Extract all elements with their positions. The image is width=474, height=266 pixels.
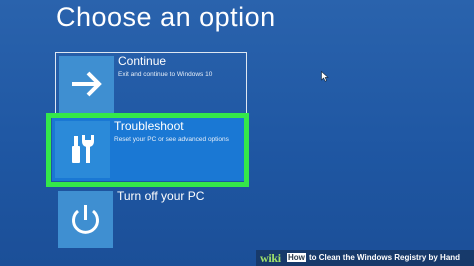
troubleshoot-label: Troubleshoot	[114, 119, 184, 133]
continue-label: Continue	[118, 54, 167, 68]
watermark-how: How	[287, 253, 306, 262]
arrow-right-icon	[72, 71, 102, 97]
wikihow-watermark: wiki How to Clean the Windows Registry b…	[256, 250, 474, 266]
troubleshoot-option[interactable]: Troubleshoot Reset your PC or see advanc…	[52, 118, 244, 181]
watermark-brand: wiki	[260, 251, 281, 265]
power-icon	[72, 205, 99, 234]
turn-off-tile	[58, 191, 113, 248]
continue-description: Exit and continue to Windows 10	[118, 71, 213, 78]
troubleshoot-description: Reset your PC or see advanced options	[114, 136, 229, 143]
page-title: Choose an option	[56, 2, 276, 32]
continue-option[interactable]: Continue Exit and continue to Windows 10	[55, 52, 247, 115]
watermark-text: to Clean the Windows Registry by Hand	[309, 253, 461, 262]
turn-off-option[interactable]: Turn off your PC	[55, 188, 247, 251]
troubleshoot-tile	[55, 121, 110, 178]
tools-icon	[72, 135, 94, 163]
turn-off-label: Turn off your PC	[117, 189, 205, 203]
mouse-cursor-icon	[321, 69, 329, 87]
continue-tile	[59, 56, 114, 113]
